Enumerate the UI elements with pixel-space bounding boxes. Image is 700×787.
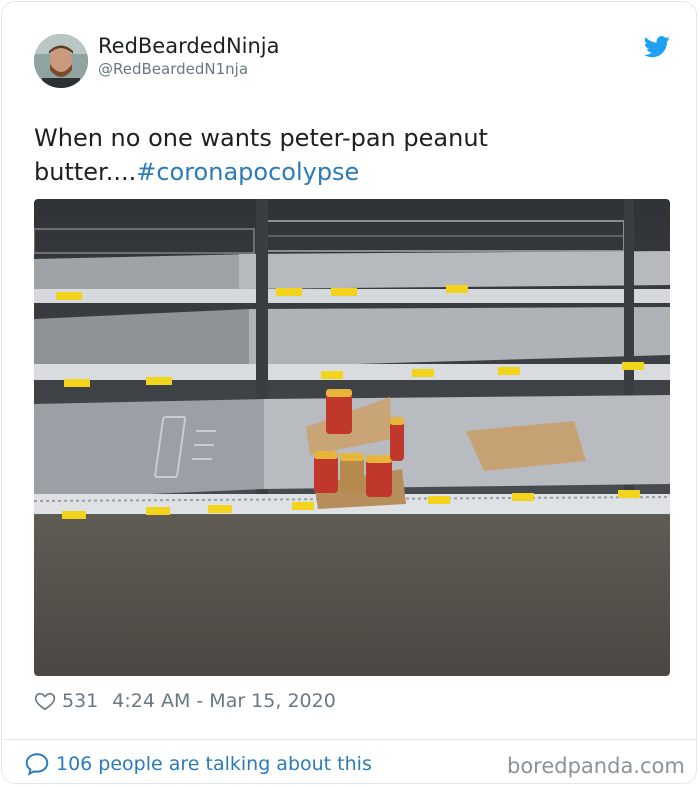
hashtag-link[interactable]: #coronapocolypse xyxy=(136,158,359,186)
avatar[interactable] xyxy=(34,34,88,88)
tweet-photo[interactable] xyxy=(34,199,670,676)
author-handle[interactable]: @RedBeardedN1nja xyxy=(98,60,248,78)
divider xyxy=(4,739,697,740)
conversation-text[interactable]: 106 people are talking about this xyxy=(56,753,372,775)
tweet-card: RedBeardedNinja @RedBeardedN1nja When no… xyxy=(1,1,697,784)
author-display-name[interactable]: RedBeardedNinja xyxy=(98,34,280,58)
empty-shelves-image xyxy=(34,199,670,676)
tweet-text: When no one wants peter-pan peanut butte… xyxy=(34,121,654,189)
tweet-timestamp[interactable]: 4:24 AM - Mar 15, 2020 xyxy=(112,690,336,712)
conversation-link[interactable]: 106 people are talking about this xyxy=(24,750,372,778)
avatar-image xyxy=(34,34,88,88)
boredpanda-watermark: boredpanda.com xyxy=(507,754,685,778)
twitter-bird-icon[interactable] xyxy=(643,36,671,58)
heart-icon[interactable] xyxy=(34,690,56,712)
like-count[interactable]: 531 xyxy=(62,690,98,712)
tweet-meta: 531 4:24 AM - Mar 15, 2020 xyxy=(34,687,336,715)
speech-bubble-icon xyxy=(25,753,49,776)
